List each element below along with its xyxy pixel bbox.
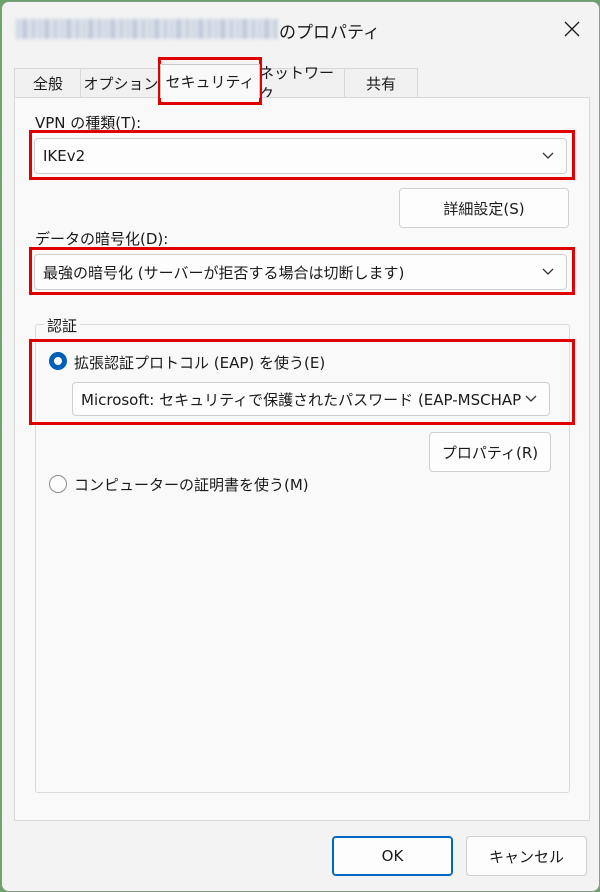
authentication-group-title: 認証 <box>44 315 81 336</box>
highlight-box-encryption <box>29 247 575 295</box>
tab-options[interactable]: オプション <box>80 68 162 97</box>
cancel-button[interactable]: キャンセル <box>466 836 587 876</box>
tab-strip: 全般 オプション セキュリティ ネットワーク 共有 <box>2 64 599 103</box>
close-icon <box>564 21 580 37</box>
tab-security[interactable]: セキュリティ <box>160 64 260 98</box>
close-button[interactable] <box>551 8 593 50</box>
certificate-radio[interactable] <box>49 475 67 493</box>
properties-dialog: のプロパティ 全般 オプション セキュリティ ネットワーク 共有 VPN の種類… <box>1 1 600 892</box>
highlight-box-vpn-type <box>29 130 575 180</box>
redacted-connection-name <box>16 19 278 39</box>
tab-general[interactable]: 全般 <box>14 68 82 97</box>
advanced-settings-button[interactable]: 詳細設定(S) <box>399 188 569 228</box>
tab-networking[interactable]: ネットワーク <box>258 64 346 103</box>
title-bar: のプロパティ <box>2 2 599 56</box>
eap-properties-button[interactable]: プロパティ(R) <box>429 432 551 472</box>
certificate-radio-label[interactable]: コンピューターの証明書を使う(M) <box>74 474 309 495</box>
tab-sharing[interactable]: 共有 <box>344 68 418 97</box>
dialog-title: のプロパティ <box>279 23 380 43</box>
ok-button[interactable]: OK <box>332 836 453 876</box>
encryption-label: データの暗号化(D): <box>35 230 169 248</box>
highlight-box-eap <box>29 339 575 425</box>
